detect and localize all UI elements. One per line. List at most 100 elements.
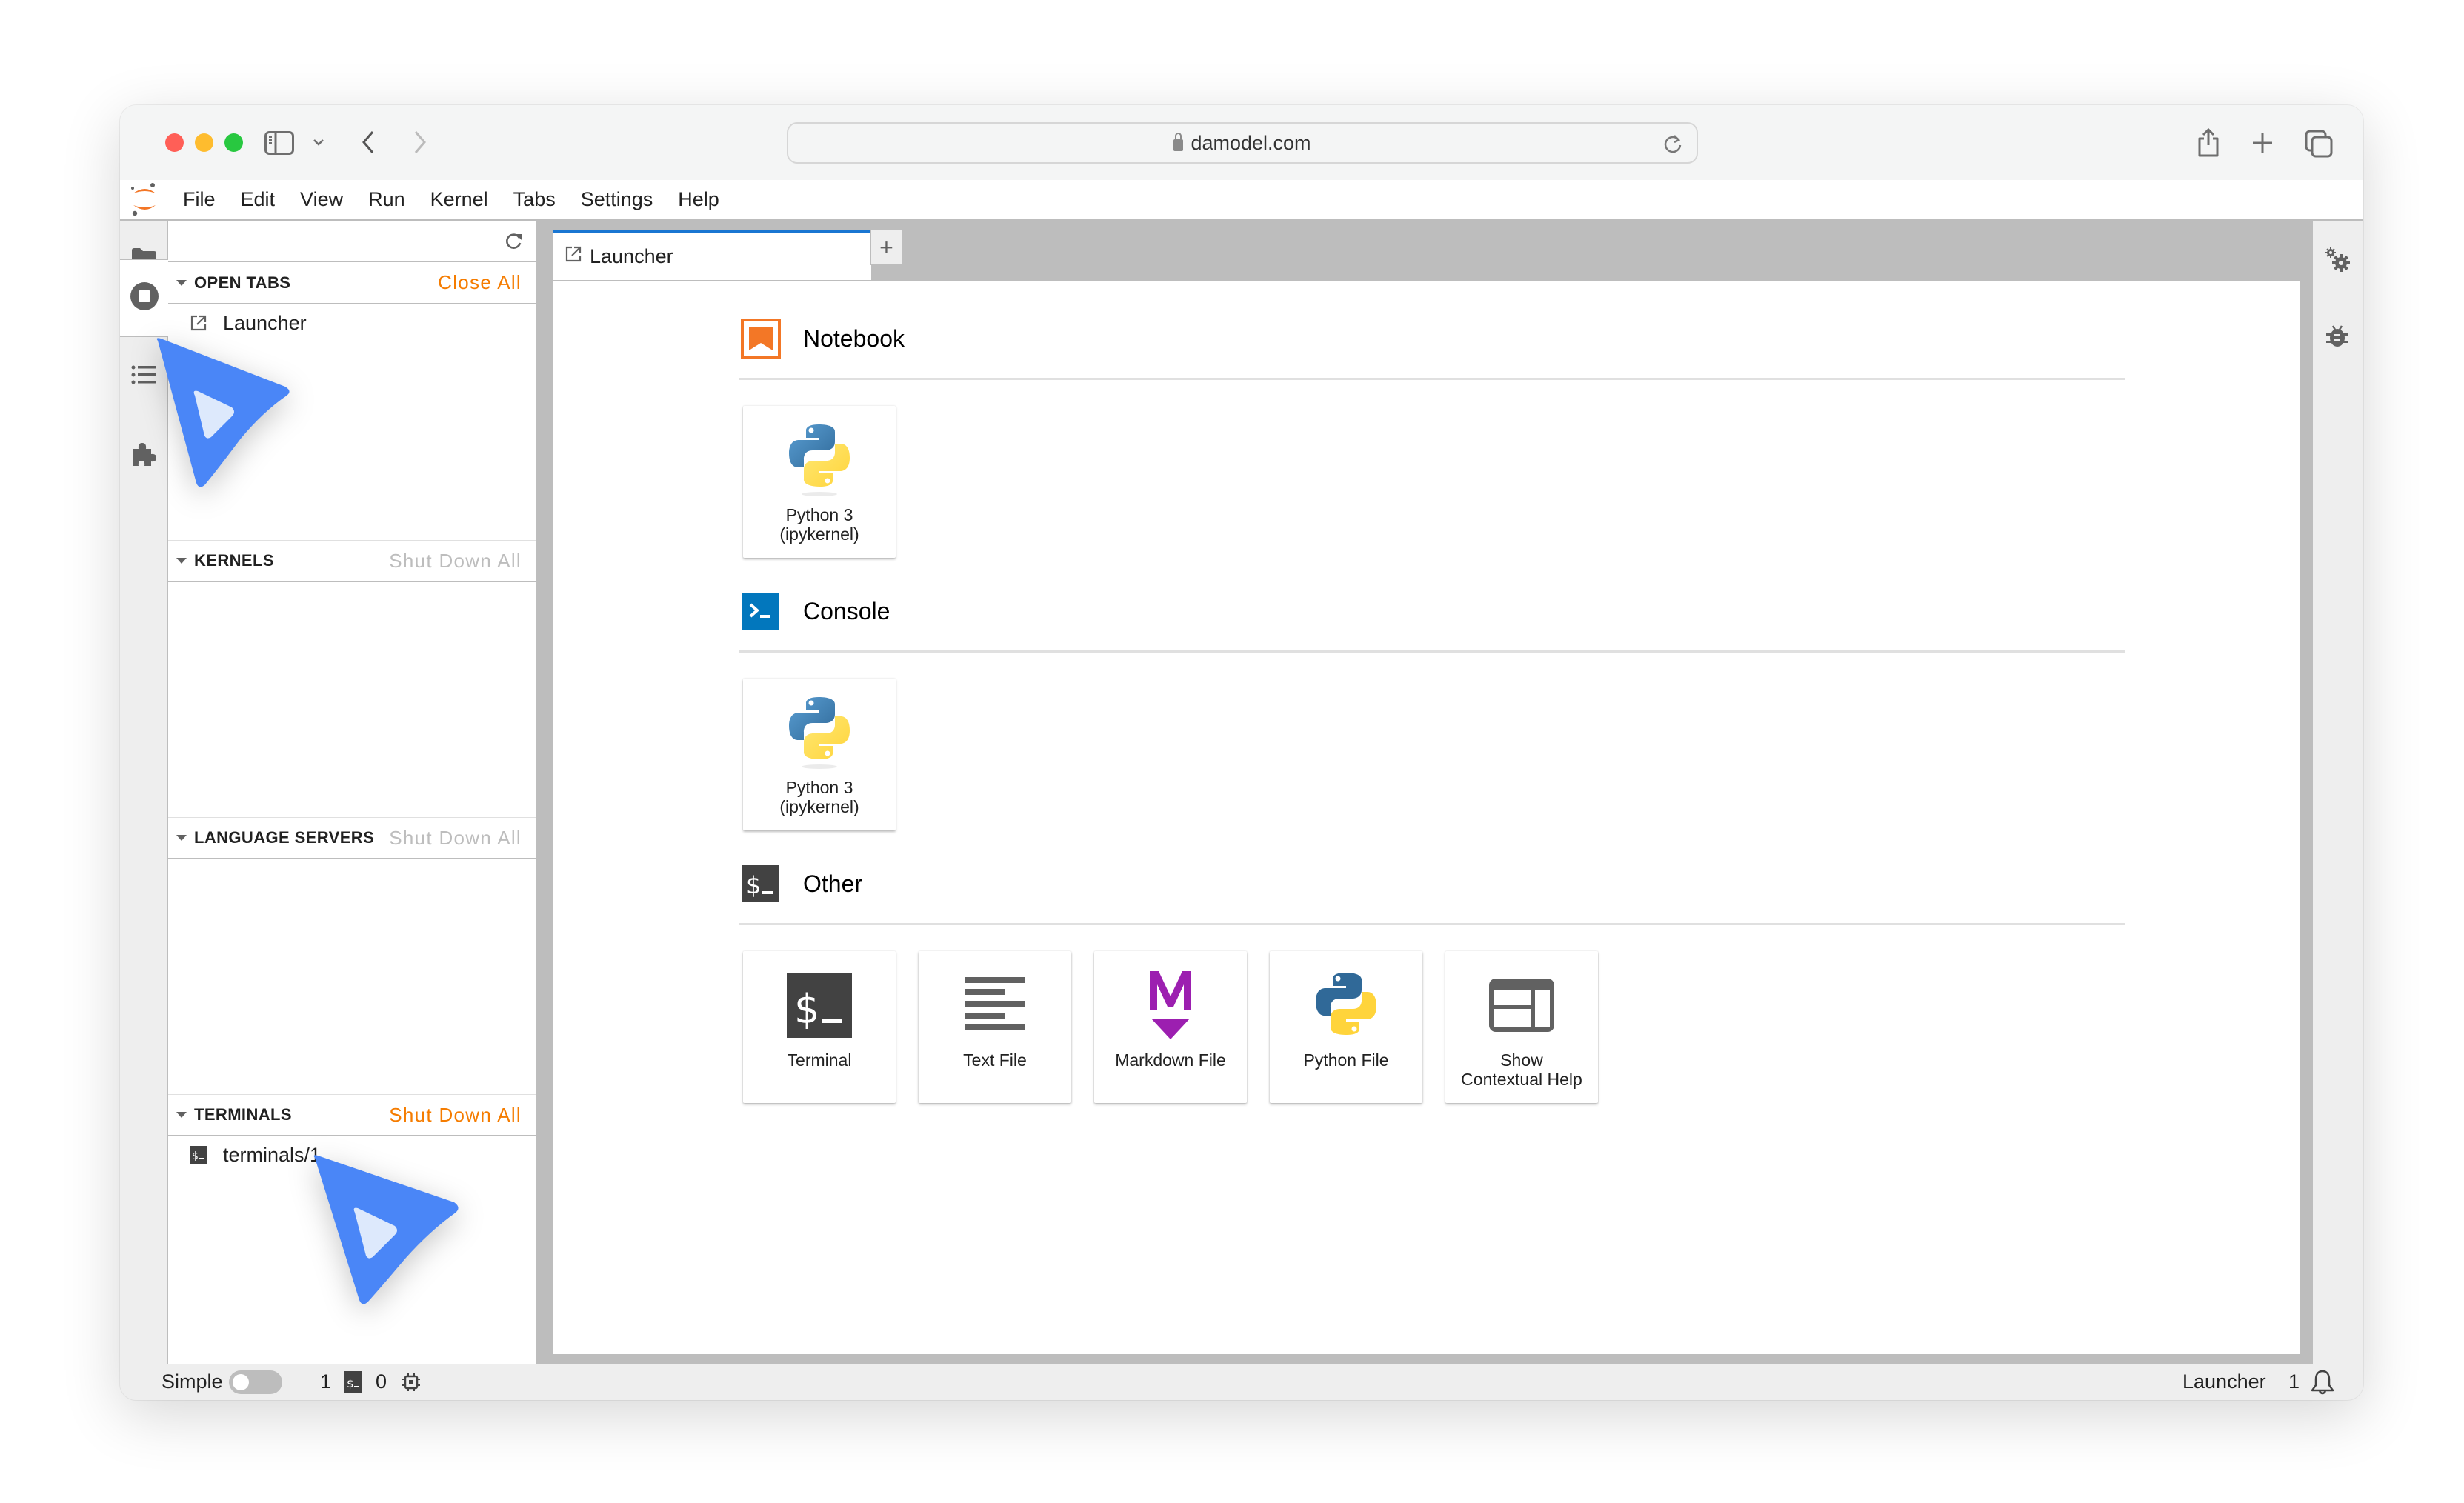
svg-text:$: $ (347, 1377, 354, 1390)
list-item-label: terminals/1 (223, 1143, 322, 1166)
card-label: Python 3 (ipykernel) (779, 778, 859, 816)
launcher-card-python-file[interactable]: Python File (1270, 951, 1422, 1103)
section-divider (739, 923, 2125, 925)
notifications-status[interactable]: 1 (2288, 1364, 2335, 1400)
launcher-card-markdown-file[interactable]: Markdown File (1094, 951, 1247, 1103)
python-icon (743, 692, 896, 773)
terminal-icon: $ (344, 1370, 363, 1393)
lock-icon (1173, 133, 1184, 151)
minimize-window-button[interactable] (195, 133, 213, 152)
card-label: Show Contextual Help (1461, 1050, 1582, 1089)
shut-down-all-terminals-button[interactable]: Shut Down All (389, 1104, 522, 1127)
chevron-down-icon[interactable] (313, 137, 324, 150)
sidebar-tab-running[interactable] (120, 259, 168, 337)
notification-count: 1 (2288, 1370, 2300, 1393)
section-title: LANGUAGE SERVERS (194, 828, 375, 847)
jupyter-logo-icon (130, 179, 170, 220)
section-console: Console (741, 591, 890, 631)
browser-titlebar: damodel.com (120, 105, 2363, 180)
section-title: Other (803, 870, 863, 897)
caret-down-icon (176, 1112, 187, 1118)
address-bar[interactable]: damodel.com (787, 122, 1698, 164)
python-icon (743, 419, 896, 501)
caret-down-icon (176, 558, 187, 564)
status-bar: Simple 1 $ 0 Launcher 1 (120, 1364, 2363, 1400)
tab-label: Launcher (590, 244, 673, 267)
section-title: TERMINALS (194, 1105, 292, 1124)
section-notebook: Notebook (741, 319, 905, 359)
close-all-button[interactable]: Close All (438, 271, 522, 294)
toggle-switch[interactable] (228, 1370, 282, 1394)
menu-view[interactable]: View (287, 179, 356, 220)
launcher-card-contextual-help[interactable]: Show Contextual Help (1445, 951, 1598, 1103)
menu-settings[interactable]: Settings (568, 179, 666, 220)
section-title: KERNELS (194, 551, 274, 570)
launcher-card-notebook-python3[interactable]: Python 3 (ipykernel) (743, 406, 896, 558)
section-title: Notebook (803, 324, 905, 352)
maximize-window-button[interactable] (224, 133, 243, 152)
reload-icon[interactable] (1662, 133, 1683, 160)
launcher-icon (189, 313, 208, 333)
python-icon (1270, 964, 1422, 1046)
text-file-icon (919, 964, 1071, 1046)
notebook-icon (741, 319, 781, 359)
new-tab-icon[interactable] (2251, 132, 2274, 158)
active-tab-name: Launcher (2182, 1370, 2266, 1393)
panel-toolbar (168, 221, 536, 262)
sidebar-resize-handle[interactable] (536, 221, 547, 1364)
url-text: damodel.com (1191, 131, 1311, 154)
menu-tabs[interactable]: Tabs (501, 179, 568, 220)
section-header-language-servers[interactable]: LANGUAGE SERVERS Shut Down All (168, 817, 536, 859)
right-sidebar-rail (2313, 221, 2363, 1364)
forward-icon[interactable] (413, 130, 427, 159)
section-divider (739, 378, 2125, 380)
section-other: $ Other (741, 864, 862, 904)
menu-help[interactable]: Help (665, 179, 732, 220)
section-header-kernels[interactable]: KERNELS Shut Down All (168, 540, 536, 582)
tab-launcher[interactable]: Launcher (553, 230, 871, 280)
svg-text:$: $ (746, 871, 761, 899)
shut-down-all-language-servers-button[interactable]: Shut Down All (389, 827, 522, 850)
simple-mode-toggle[interactable]: Simple (162, 1364, 282, 1400)
tab-overview-icon[interactable] (2305, 130, 2333, 161)
share-icon[interactable] (2197, 127, 2220, 161)
menu-file[interactable]: File (170, 179, 228, 220)
shut-down-all-kernels-button[interactable]: Shut Down All (389, 550, 522, 573)
launcher-card-console-python3[interactable]: Python 3 (ipykernel) (743, 679, 896, 830)
menu-edit[interactable]: Edit (228, 179, 288, 220)
debugger-icon[interactable] (2326, 324, 2348, 352)
section-title: Console (803, 597, 890, 624)
svg-text:$: $ (192, 1150, 199, 1162)
card-label: Terminal (787, 1050, 852, 1070)
launcher-card-terminal[interactable]: $ Terminal (743, 951, 896, 1103)
kernel-chip-icon (402, 1373, 421, 1392)
menu-kernel[interactable]: Kernel (418, 179, 501, 220)
card-label: Text File (963, 1050, 1027, 1070)
markdown-icon (1094, 964, 1247, 1046)
terminal-icon: $ (743, 964, 896, 1046)
kernel-count: 0 (376, 1370, 387, 1393)
section-header-open-tabs[interactable]: OPEN TABS Close All (168, 262, 536, 304)
property-inspector-icon[interactable] (2324, 246, 2351, 276)
running-sessions-status[interactable]: 1 $ 0 (320, 1364, 421, 1400)
right-sidebar-resize-handle[interactable] (2302, 221, 2313, 1364)
section-header-terminals[interactable]: TERMINALS Shut Down All (168, 1094, 536, 1136)
caret-down-icon (176, 835, 187, 841)
bell-icon (2310, 1369, 2335, 1396)
main-dock-area: Launcher + Notebook Python 3 (ipykernel)… (547, 221, 2313, 1364)
simple-mode-label: Simple (162, 1370, 223, 1393)
launcher-icon (565, 245, 582, 268)
terminal-count: 1 (320, 1370, 332, 1393)
sidebar-toggle-icon[interactable] (264, 131, 294, 159)
menu-run[interactable]: Run (356, 179, 418, 220)
menu-bar: File Edit View Run Kernel Tabs Settings … (120, 180, 2363, 221)
section-divider (739, 650, 2125, 653)
close-window-button[interactable] (165, 133, 184, 152)
caret-down-icon (176, 279, 187, 286)
back-icon[interactable] (361, 130, 376, 159)
launcher-card-text-file[interactable]: Text File (919, 951, 1071, 1103)
terminal-icon: $ (189, 1145, 208, 1164)
new-launcher-button[interactable]: + (870, 230, 902, 265)
card-label: Python File (1303, 1050, 1389, 1070)
refresh-icon[interactable] (504, 232, 523, 255)
